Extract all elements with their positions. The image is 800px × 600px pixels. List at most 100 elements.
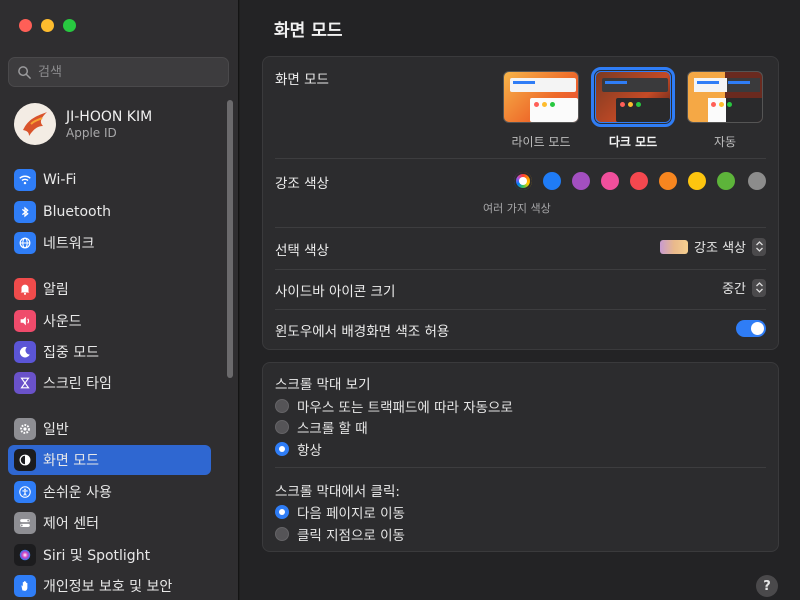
scroll-click-jump-radio[interactable]: 클릭 지점으로 이동 xyxy=(275,524,405,544)
appearance-label: 화면 모드 xyxy=(275,72,329,88)
sidebar-item-sound[interactable]: 사운드 xyxy=(8,306,211,336)
accent-color-orange[interactable] xyxy=(659,172,677,190)
radio-label: 마우스 또는 트랙패드에 따라 자동으로 xyxy=(297,400,513,416)
radio-button-selected[interactable] xyxy=(275,442,289,456)
sidebar-item-control-center[interactable]: 제어 센터 xyxy=(8,508,211,538)
sidebar-icon-size-popup[interactable]: 중간 xyxy=(722,278,766,297)
scrollbars-when-scrolling-radio[interactable]: 스크롤 할 때 xyxy=(275,417,368,437)
sidebar-item-label: Bluetooth xyxy=(43,204,111,220)
hand-icon xyxy=(14,575,36,597)
sidebar-item-general[interactable]: 일반 xyxy=(8,414,211,444)
highlight-color-value: 강조 색상 xyxy=(694,241,746,256)
sidebar-item-wifi[interactable]: Wi-Fi xyxy=(8,165,211,195)
close-window-button[interactable] xyxy=(19,19,32,32)
accent-color-pink[interactable] xyxy=(601,172,619,190)
sidebar-item-label: 집중 모드 xyxy=(43,345,99,361)
radio-label: 스크롤 할 때 xyxy=(297,421,368,437)
light-mode-label: 라이트 모드 xyxy=(511,135,571,149)
sidebar-item-screen-time[interactable]: 스크린 타임 xyxy=(8,368,211,398)
radio-label: 항상 xyxy=(297,443,322,459)
radio-button-selected[interactable] xyxy=(275,505,289,519)
appearance-icon xyxy=(14,449,36,471)
speaker-icon xyxy=(14,310,36,332)
auto-mode-option[interactable]: 자동 xyxy=(685,71,765,150)
search-input[interactable] xyxy=(38,64,218,80)
accent-color-purple[interactable] xyxy=(572,172,590,190)
bell-icon xyxy=(14,278,36,300)
bird-avatar-icon xyxy=(23,112,47,136)
light-mode-option[interactable]: 라이트 모드 xyxy=(501,71,581,150)
accent-color-caption: 여러 가지 색상 xyxy=(483,202,551,215)
radio-label: 다음 페이지로 이동 xyxy=(297,506,405,522)
sidebar-item-notifications[interactable]: 알림 xyxy=(8,274,211,304)
show-scrollbars-label: 스크롤 막대 보기 xyxy=(275,377,371,393)
dark-mode-option[interactable]: 다크 모드 xyxy=(591,67,675,150)
search-icon xyxy=(18,65,31,79)
sidebar-item-label: 화면 모드 xyxy=(43,453,99,469)
scrollbars-auto-radio[interactable]: 마우스 또는 트랙패드에 따라 자동으로 xyxy=(275,396,513,416)
accessibility-icon xyxy=(14,481,36,503)
scroll-click-next-page-radio[interactable]: 다음 페이지로 이동 xyxy=(275,502,405,522)
sidebar-scrollbar[interactable] xyxy=(227,100,233,378)
scrollbar-settings-group: 스크롤 막대 보기 마우스 또는 트랙패드에 따라 자동으로 스크롤 할 때 항… xyxy=(262,362,779,552)
sidebar-item-label: 손쉬운 사용 xyxy=(43,485,112,501)
sidebar-item-label: 일반 xyxy=(43,422,69,438)
highlight-color-swatch xyxy=(660,239,689,254)
dark-mode-thumbnail xyxy=(591,67,675,127)
appearance-settings-group: 화면 모드 라이트 모드 다크 모드 자동 강조 색상 여러 가지 색상 선택 … xyxy=(262,56,779,350)
radio-button[interactable] xyxy=(275,527,289,541)
sidebar-item-privacy-security[interactable]: 개인정보 보호 및 보안 xyxy=(8,571,211,600)
highlight-color-popup[interactable]: 강조 색상 xyxy=(660,237,766,256)
sidebar-item-focus[interactable]: 집중 모드 xyxy=(8,337,211,367)
zoom-window-button[interactable] xyxy=(63,19,76,32)
divider xyxy=(275,467,766,468)
profile-subtitle: Apple ID xyxy=(66,125,117,140)
page-title: 화면 모드 xyxy=(274,21,343,41)
auto-mode-thumbnail xyxy=(687,71,763,123)
accent-color-blue[interactable] xyxy=(543,172,561,190)
search-field[interactable] xyxy=(8,57,229,87)
accent-color-label: 강조 색상 xyxy=(275,176,329,192)
sidebar-icon-size-value: 중간 xyxy=(722,282,746,297)
sidebar-item-network[interactable]: 네트워크 xyxy=(8,228,211,258)
updown-chevron-icon xyxy=(752,237,766,256)
wallpaper-tint-toggle[interactable] xyxy=(736,320,766,337)
accent-color-multicolor[interactable] xyxy=(514,172,532,190)
radio-button[interactable] xyxy=(275,399,289,413)
sidebar-item-bluetooth[interactable]: Bluetooth xyxy=(8,197,211,227)
sidebar-item-accessibility[interactable]: 손쉬운 사용 xyxy=(8,477,211,507)
avatar xyxy=(14,103,56,145)
gear-icon xyxy=(14,418,36,440)
bluetooth-icon xyxy=(14,201,36,223)
apple-id-profile[interactable]: JI-HOON KIM Apple ID xyxy=(14,103,152,145)
accent-color-yellow[interactable] xyxy=(688,172,706,190)
scrollbars-always-radio[interactable]: 항상 xyxy=(275,439,322,459)
sidebar-item-label: 개인정보 보호 및 보안 xyxy=(43,579,173,595)
globe-icon xyxy=(14,232,36,254)
accent-color-green[interactable] xyxy=(717,172,735,190)
auto-mode-label: 자동 xyxy=(713,135,737,149)
help-button[interactable]: ? xyxy=(756,575,778,597)
radio-button[interactable] xyxy=(275,420,289,434)
sidebar-icon-size-label: 사이드바 아이콘 크기 xyxy=(275,284,396,300)
dark-mode-label: 다크 모드 xyxy=(608,135,658,149)
window-controls xyxy=(19,19,76,32)
sidebar-item-label: 네트워크 xyxy=(43,236,95,252)
sidebar-item-label: 알림 xyxy=(43,282,69,298)
highlight-color-label: 선택 색상 xyxy=(275,243,329,259)
divider xyxy=(275,158,766,159)
sidebar: JI-HOON KIM Apple ID Wi-Fi Bluetooth 네트워… xyxy=(0,0,239,600)
main-pane: 화면 모드 화면 모드 라이트 모드 다크 모드 자동 강조 색상 여러 가지 … xyxy=(240,0,800,600)
profile-name: JI-HOON KIM xyxy=(66,108,153,125)
wifi-icon xyxy=(14,169,36,191)
sidebar-item-appearance[interactable]: 화면 모드 xyxy=(8,445,211,475)
scroll-click-label: 스크롤 막대에서 클릭: xyxy=(275,484,400,500)
radio-label: 클릭 지점으로 이동 xyxy=(297,528,405,544)
sidebar-item-label: 제어 센터 xyxy=(43,516,99,532)
divider xyxy=(275,269,766,270)
accent-color-red[interactable] xyxy=(630,172,648,190)
accent-color-graphite[interactable] xyxy=(748,172,766,190)
minimize-window-button[interactable] xyxy=(41,19,54,32)
sidebar-item-siri-spotlight[interactable]: Siri 및 Spotlight xyxy=(8,540,211,570)
hourglass-icon xyxy=(14,372,36,394)
